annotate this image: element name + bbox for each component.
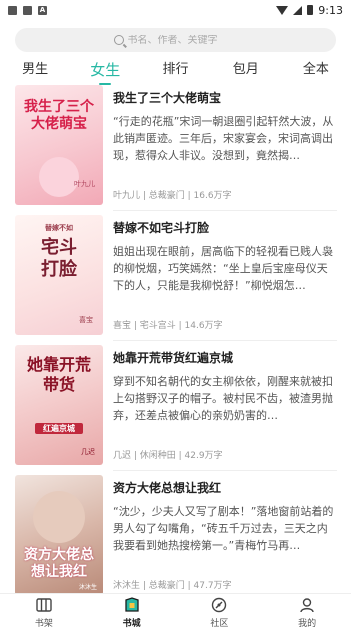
list-item[interactable]: 我生了三个大佬萌宝 叶九儿 我生了三个大佬萌宝 “行走的花瓶”宋词一朝退圈引起轩… <box>15 85 337 211</box>
tab-female[interactable]: 女生 <box>70 58 140 85</box>
cover-author: 叶九儿 <box>74 180 95 188</box>
book-info: 我生了三个大佬萌宝 “行走的花瓶”宋词一朝退圈引起轩然大波，从此销声匿迹。三年后… <box>113 85 337 205</box>
search-bar[interactable] <box>15 28 336 52</box>
book-cover[interactable]: 我生了三个大佬萌宝 叶九儿 <box>15 85 103 205</box>
nav-label: 书架 <box>34 619 53 629</box>
book-cover[interactable]: 她靠开荒带货 红遍京城 几迟 <box>15 345 103 465</box>
book-info: 她靠开荒带货红遍京城 穿到不知名朝代的女主柳依依，刚醒来就被扣上勾搭野汉子的帽子… <box>113 345 337 465</box>
cover-title: 我生了三个大佬萌宝 <box>24 99 94 132</box>
bookstore-icon <box>124 597 139 612</box>
book-description: “沈少，少夫人又写了剧本！”落地窗前站着的男人勾了勾嘴角，“砖五千万过去，三天之… <box>113 505 334 552</box>
nav-label: 书城 <box>122 619 141 629</box>
nav-bookstore[interactable]: 书城 <box>88 594 176 631</box>
signal-icon <box>293 5 303 15</box>
divider <box>113 340 337 341</box>
cover-author: 沐沐生 <box>78 584 97 591</box>
book-description: “行走的花瓶”宋词一朝退圈引起轩然大波，从此销声匿迹。三年后，宋家宴会，宋词高调… <box>113 115 334 162</box>
bookshelf-icon <box>36 598 52 612</box>
book-description: 穿到不知名朝代的女主柳依依，刚醒来就被扣上勾搭野汉子的帽子。被村民不齿，被渣男抛… <box>113 375 333 422</box>
cover-illustration <box>39 157 79 197</box>
status-icons: A <box>8 5 47 15</box>
profile-icon <box>300 598 314 613</box>
a-icon: A <box>38 5 47 15</box>
bottom-nav: 书架 书城 社区 我的 <box>0 593 351 631</box>
tab-ranking[interactable]: 排行 <box>140 58 210 84</box>
book-description: 姐姐出现在眼前，居高临下的轻视看已贱人袅的柳悦烟，巧笑嫣然：“坐上皇后宝座母仪天… <box>113 245 333 292</box>
book-title[interactable]: 她靠开荒带货红遍京城 <box>113 349 337 367</box>
book-cover[interactable]: 资方大佬总想让我红 沐沐生 <box>15 475 103 593</box>
cover-title: 她靠开荒带货 <box>26 355 91 394</box>
book-title[interactable]: 我生了三个大佬萌宝 <box>113 89 337 107</box>
tab-male[interactable]: 男生 <box>0 58 70 84</box>
book-title[interactable]: 替嫁不如宅斗打脸 <box>113 219 337 237</box>
nav-label: 我的 <box>298 619 317 629</box>
nav-label: 社区 <box>210 619 229 629</box>
divider <box>113 470 337 471</box>
wifi-icon <box>276 5 289 15</box>
status-right: 9:13 <box>276 4 343 17</box>
nav-community[interactable]: 社区 <box>176 594 264 631</box>
book-info: 资方大佬总想让我红 “沈少，少夫人又写了剧本！”落地窗前站着的男人勾了勾嘴角，“… <box>113 475 337 593</box>
cover-subtitle: 红遍京城 <box>35 423 83 434</box>
search-input[interactable] <box>127 34 238 46</box>
cover-illustration <box>33 491 85 543</box>
status-time: 9:13 <box>318 3 343 17</box>
cover-subtitle: 替嫁不如 <box>45 224 73 232</box>
book-info: 替嫁不如宅斗打脸 姐姐出现在眼前，居高临下的轻视看已贱人袅的柳悦烟，巧笑嫣然：“… <box>113 215 337 335</box>
book-list: 我生了三个大佬萌宝 叶九儿 我生了三个大佬萌宝 “行走的花瓶”宋词一朝退圈引起轩… <box>0 85 351 593</box>
list-item[interactable]: 她靠开荒带货 红遍京城 几迟 她靠开荒带货红遍京城 穿到不知名朝代的女主柳依依，… <box>15 345 337 471</box>
list-item[interactable]: 资方大佬总想让我红 沐沐生 资方大佬总想让我红 “沈少，少夫人又写了剧本！”落地… <box>15 475 337 593</box>
divider <box>113 210 337 211</box>
book-title[interactable]: 资方大佬总想让我红 <box>113 479 337 497</box>
nav-bookshelf[interactable]: 书架 <box>0 594 88 631</box>
category-tabs: 男生 女生 排行 包月 全本 <box>0 58 351 85</box>
cover-author: 喜宝 <box>79 316 93 324</box>
community-icon <box>212 597 227 613</box>
notification-icon <box>23 5 32 15</box>
cover-title: 资方大佬总想让我红 <box>24 547 94 580</box>
battery-icon <box>307 5 314 15</box>
nav-profile[interactable]: 我的 <box>263 594 351 631</box>
notification-icon <box>8 5 17 15</box>
book-meta: 叶九儿 | 总裁豪门 | 16.6万字 <box>113 191 232 201</box>
search-icon <box>113 35 124 45</box>
cover-title: 宅斗打脸 <box>41 237 77 280</box>
book-meta: 喜宝 | 宅斗宫斗 | 14.6万字 <box>113 321 223 331</box>
tab-monthly[interactable]: 包月 <box>211 58 281 84</box>
status-bar: A 9:13 <box>0 0 351 20</box>
book-meta: 沐沐生 | 总裁豪门 | 47.7万字 <box>113 581 232 591</box>
tab-complete[interactable]: 全本 <box>281 58 351 84</box>
book-cover[interactable]: 替嫁不如 宅斗打脸 喜宝 <box>15 215 103 335</box>
cover-author: 几迟 <box>81 448 95 456</box>
book-meta: 几迟 | 休闲种田 | 42.9万字 <box>113 451 223 461</box>
list-item[interactable]: 替嫁不如 宅斗打脸 喜宝 替嫁不如宅斗打脸 姐姐出现在眼前，居高临下的轻视看已贱… <box>15 215 337 341</box>
